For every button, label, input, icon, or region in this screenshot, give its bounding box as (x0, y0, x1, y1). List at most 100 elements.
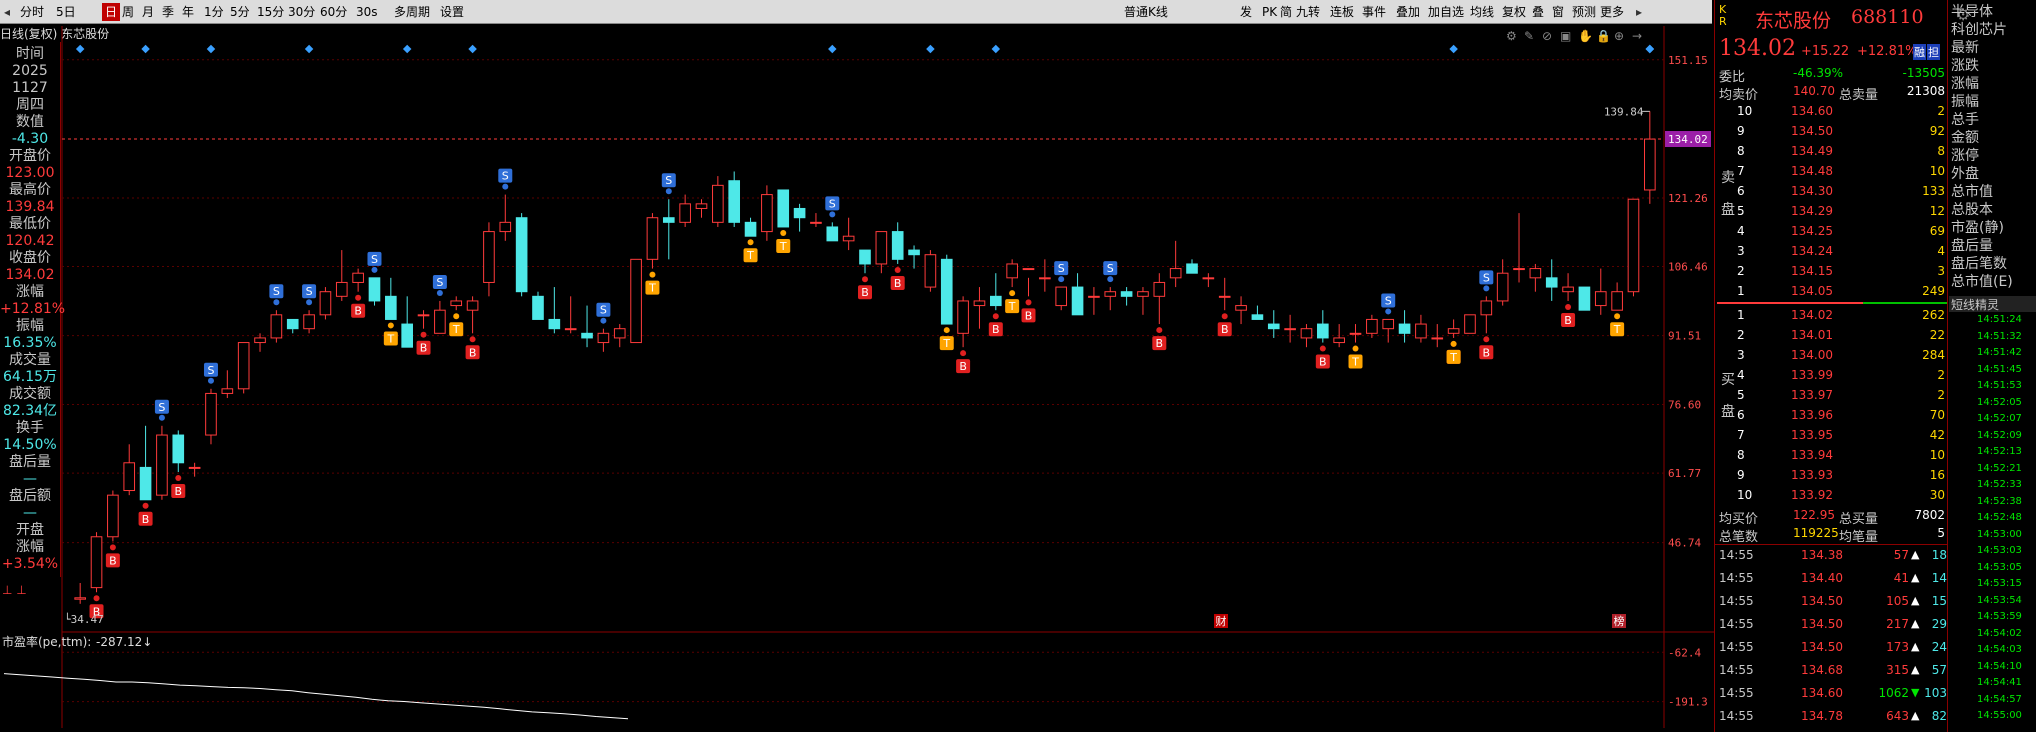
spirit-time[interactable]: 14:53:03 (1977, 545, 2022, 556)
side-field-14[interactable]: 盘后笔数 (1951, 256, 2007, 272)
spirit-time[interactable]: 14:52:07 (1977, 413, 2022, 424)
candle-body[interactable] (483, 231, 495, 283)
candle-body[interactable] (826, 226, 839, 242)
candle-body[interactable] (466, 300, 479, 311)
side-field-10[interactable]: 总市值 (1951, 184, 1993, 200)
buy-price[interactable]: 134.01 (1791, 328, 1833, 342)
sell-price[interactable]: 134.48 (1791, 164, 1833, 178)
spirit-time[interactable]: 14:52:33 (1977, 479, 2022, 490)
spirit-time[interactable]: 14:52:09 (1977, 430, 2022, 441)
spirit-time[interactable]: 14:51:32 (1977, 331, 2022, 342)
side-field-7[interactable]: 金额 (1951, 130, 1979, 146)
candle-body[interactable] (973, 300, 986, 307)
candle-body[interactable] (221, 388, 234, 394)
candle-body[interactable] (1496, 272, 1509, 302)
candle-body[interactable] (1104, 291, 1117, 297)
candle-body[interactable] (891, 231, 904, 260)
buy-price[interactable]: 133.99 (1791, 368, 1833, 382)
candle-body[interactable] (1382, 318, 1395, 330)
spirit-time[interactable]: 14:51:24 (1977, 314, 2022, 325)
candle-body[interactable] (1137, 291, 1149, 297)
side-field-9[interactable]: 外盘 (1951, 166, 1979, 182)
candle-body[interactable] (1366, 318, 1378, 334)
candle-body[interactable] (630, 258, 642, 344)
chart-tool-icon[interactable]: 🔒 (1596, 29, 1611, 43)
candle-body[interactable] (1284, 328, 1296, 331)
spirit-time[interactable]: 14:52:13 (1977, 446, 2022, 457)
sell-price[interactable]: 134.25 (1791, 224, 1833, 238)
candle-body[interactable] (1594, 291, 1607, 307)
buy-price[interactable]: 133.95 (1791, 428, 1833, 442)
candle-body[interactable] (107, 494, 119, 538)
candle-body[interactable] (1267, 323, 1280, 330)
candle-body[interactable] (1055, 286, 1068, 307)
candle-body[interactable] (254, 337, 266, 344)
candle-body[interactable] (646, 217, 659, 260)
candle-body[interactable] (74, 597, 86, 600)
candle-body[interactable] (1071, 286, 1084, 316)
candle-body[interactable] (777, 189, 790, 228)
spirit-time[interactable]: 14:51:53 (1977, 380, 2022, 391)
candle-body[interactable] (319, 291, 332, 316)
chart-tool-icon[interactable]: ⊘ (1542, 29, 1552, 43)
chart-tool-icon[interactable]: ✋ (1578, 29, 1593, 43)
side-field-3[interactable]: 涨跌 (1951, 58, 1979, 74)
candle-body[interactable] (1202, 277, 1215, 280)
spirit-time[interactable]: 14:55:00 (1977, 710, 2022, 721)
side-field-12[interactable]: 市盈(静) (1951, 220, 2004, 236)
side-field-2[interactable]: 最新 (1951, 40, 1979, 56)
chart-tool-icon[interactable]: ⊕ (1614, 29, 1624, 43)
candle-body[interactable] (1169, 268, 1182, 279)
spirit-time[interactable]: 14:52:05 (1977, 397, 2022, 408)
spirit-time[interactable]: 14:51:45 (1977, 364, 2022, 375)
spirit-time[interactable]: 14:54:02 (1977, 628, 2022, 639)
candle-body[interactable] (581, 332, 593, 339)
spirit-time[interactable]: 14:53:00 (1977, 529, 2022, 540)
candle-body[interactable] (1447, 328, 1460, 334)
candle-body[interactable] (1333, 337, 1345, 344)
sell-price[interactable]: 134.30 (1791, 184, 1833, 198)
candle-body[interactable] (1627, 198, 1640, 293)
sell-price[interactable]: 134.15 (1791, 264, 1833, 278)
side-field-4[interactable]: 涨幅 (1951, 76, 1979, 92)
candle-body[interactable] (335, 281, 348, 297)
candle-body[interactable] (123, 462, 136, 492)
spirit-time[interactable]: 14:52:21 (1977, 463, 2022, 474)
candle-body[interactable] (564, 328, 577, 331)
candle-body[interactable] (1218, 295, 1231, 298)
side-field-11[interactable]: 总股本 (1951, 202, 1993, 218)
candle-body[interactable] (1611, 291, 1623, 311)
sell-price[interactable]: 134.24 (1791, 244, 1833, 258)
sell-price[interactable]: 134.49 (1791, 144, 1833, 158)
candle-body[interactable] (303, 314, 315, 330)
candle-body[interactable] (1480, 300, 1493, 316)
spirit-time[interactable]: 14:53:59 (1977, 611, 2022, 622)
candle-body[interactable] (1300, 328, 1313, 339)
chart-tool-icon[interactable]: ⚙ (1506, 29, 1517, 43)
side-field-1[interactable]: 科创芯片 (1951, 22, 2007, 38)
candle-body[interactable] (499, 221, 512, 233)
side-field-13[interactable]: 盘后量 (1951, 238, 1993, 254)
candle-body[interactable] (842, 235, 855, 242)
candle-body[interactable] (156, 434, 168, 496)
candle-body[interactable] (810, 221, 822, 224)
chart-tool-icon[interactable]: → (1632, 29, 1642, 43)
chart-tool-icon[interactable]: ✎ (1524, 29, 1534, 43)
side-field-6[interactable]: 总手 (1951, 112, 1979, 128)
spirit-time[interactable]: 14:54:10 (1977, 661, 2022, 672)
spirit-time[interactable]: 14:54:57 (1977, 694, 2022, 705)
chart-tool-icon[interactable]: ▣ (1560, 29, 1571, 43)
candle-body[interactable] (1431, 337, 1444, 340)
candle-body[interactable] (1235, 305, 1247, 311)
candle-body[interactable] (940, 258, 953, 325)
buy-price[interactable]: 133.96 (1791, 408, 1833, 422)
buy-price[interactable]: 133.94 (1791, 448, 1833, 462)
spirit-time[interactable]: 14:54:03 (1977, 644, 2022, 655)
candle-body[interactable] (924, 254, 937, 288)
candle-body[interactable] (1578, 286, 1591, 311)
buy-price[interactable]: 133.93 (1791, 468, 1833, 482)
candle-body[interactable] (1545, 277, 1558, 288)
side-field-5[interactable]: 振幅 (1951, 94, 1979, 110)
candle-body[interactable] (286, 318, 299, 330)
sell-price[interactable]: 134.29 (1791, 204, 1833, 218)
